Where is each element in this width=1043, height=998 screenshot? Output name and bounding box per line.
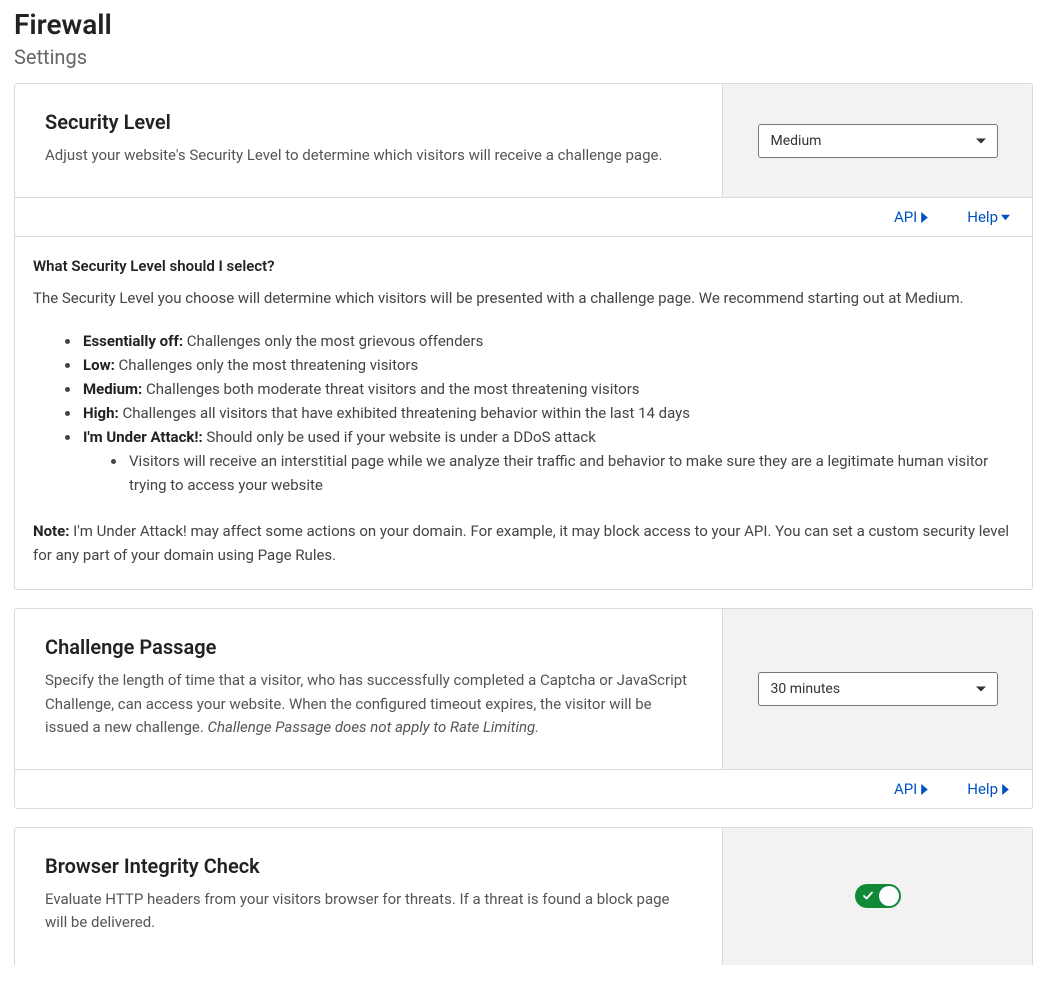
help-question: What Security Level should I select? [33,257,1014,275]
check-icon [863,892,873,901]
chevron-right-icon [920,212,929,223]
list-item: Low: Challenges only the most threatenin… [81,353,1014,377]
challenge-passage-footer: API Help [15,769,1032,808]
security-level-select[interactable]: Medium [758,124,998,158]
help-link[interactable]: Help [967,208,1010,226]
chevron-right-icon [1001,784,1010,795]
help-note: Note: I'm Under Attack! may affect some … [33,519,1014,567]
help-link-label: Help [967,780,998,798]
toggle-knob [879,886,899,906]
security-level-help: What Security Level should I select? The… [15,236,1032,589]
challenge-passage-title: Challenge Passage [45,635,692,659]
list-item: Medium: Challenges both moderate threat … [81,377,1014,401]
challenge-passage-select[interactable]: 30 minutes [758,672,998,706]
security-level-select-value: Medium [771,133,822,149]
api-link-label: API [894,208,917,226]
help-link[interactable]: Help [967,780,1010,798]
api-link-label: API [894,780,917,798]
help-intro: The Security Level you choose will deter… [33,289,1014,307]
help-link-label: Help [967,208,998,226]
caret-down-icon [976,687,986,692]
security-level-footer: API Help [15,197,1032,236]
list-item: Essentially off: Challenges only the mos… [81,329,1014,353]
list-item: Visitors will receive an interstitial pa… [127,449,1014,497]
browser-integrity-title: Browser Integrity Check [45,854,692,878]
chevron-right-icon [920,784,929,795]
security-level-desc: Adjust your website's Security Level to … [45,144,692,167]
browser-integrity-card: Browser Integrity Check Evaluate HTTP he… [14,827,1033,965]
security-level-card: Security Level Adjust your website's Sec… [14,83,1033,590]
help-list: Essentially off: Challenges only the mos… [33,329,1014,497]
challenge-passage-card: Challenge Passage Specify the length of … [14,608,1033,809]
page-title: Firewall [14,8,1033,41]
browser-integrity-toggle[interactable] [855,884,901,908]
challenge-passage-select-value: 30 minutes [771,681,841,697]
list-item: High: Challenges all visitors that have … [81,401,1014,425]
api-link[interactable]: API [894,780,929,798]
security-level-title: Security Level [45,110,692,134]
list-item: I'm Under Attack!: Should only be used i… [81,425,1014,497]
caret-down-icon [1001,212,1010,223]
page-subtitle: Settings [14,45,1033,69]
challenge-passage-desc: Specify the length of time that a visito… [45,669,692,739]
browser-integrity-desc: Evaluate HTTP headers from your visitors… [45,888,692,935]
api-link[interactable]: API [894,208,929,226]
caret-down-icon [976,138,986,143]
